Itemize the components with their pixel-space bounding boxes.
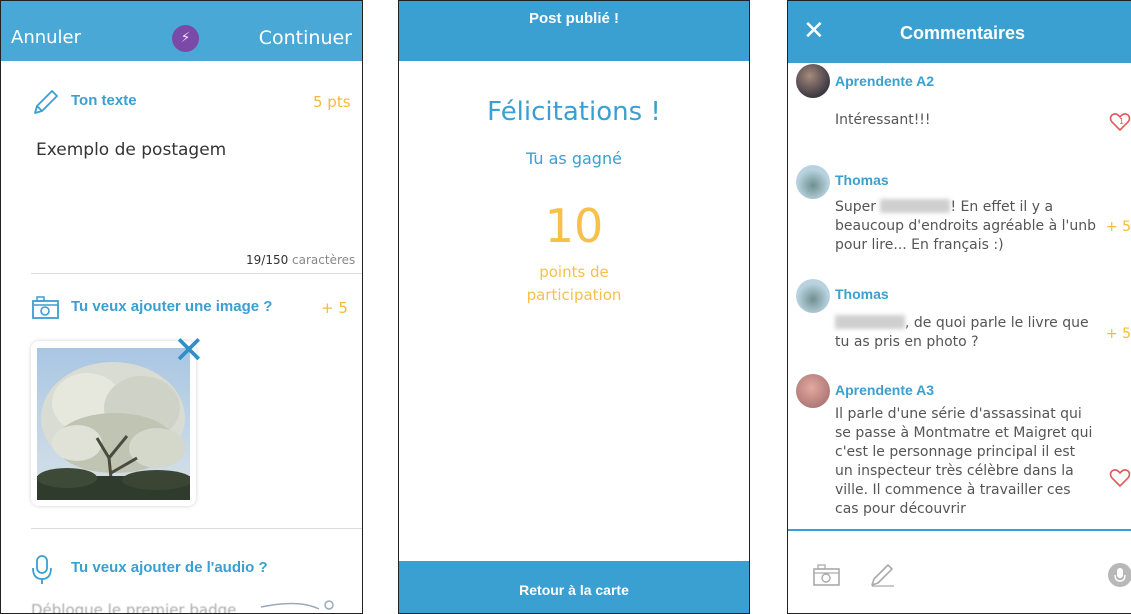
post-text-input[interactable]: Exemplo de postagem [36,140,226,160]
back-to-map-button[interactable]: Retour à la carte [399,561,749,613]
points-label-line2: participation [526,286,622,304]
comments-screen: ✕ Commentaires Aprendente A2 Intéressant… [787,0,1131,614]
avatar [796,279,830,313]
congrats-heading: Félicitations ! [487,97,661,127]
comment-text: Super ! En effet il y a beaucoup d'endro… [835,198,1105,255]
audio-section-title: Tu veux ajouter de l'audio ? [71,559,268,576]
page-title: Commentaires [900,23,1026,43]
post-published-screen: Post publié ! Félicitations ! Tu as gagn… [398,0,750,614]
like-count: 1 [1119,117,1124,126]
char-unit: caractères [292,253,356,267]
microphone-icon[interactable] [1108,563,1131,587]
microphone-glyph [1114,568,1126,582]
image-points: + 5 [321,299,348,317]
page-title: Post publié ! [529,10,619,27]
text-section-title: Ton texte [71,92,137,109]
comment-author: Thomas [835,172,889,188]
points-value: 10 [544,199,604,253]
heart-icon[interactable]: 1 [1109,111,1131,133]
divider [31,273,362,274]
image-section-title: Tu veux ajouter une image ? [71,298,273,315]
lightning-icon[interactable]: ⚡ [172,25,199,52]
tree-photo [37,348,190,500]
text-points: 5 pts [313,93,351,111]
continue-button[interactable]: Continuer [259,27,352,49]
comment-text: Il parle d'une série d'assassinat qui se… [835,406,1093,517]
top-bar: ✕ Commentaires [788,1,1131,63]
comment-points: + 5 [1105,219,1131,235]
heart-icon[interactable] [1109,467,1131,489]
close-icon[interactable]: ✕ [803,18,825,44]
comment-text-start: Super [835,199,881,215]
microphone-icon [32,555,52,584]
input-divider [788,529,1131,531]
divider [31,528,362,529]
comment-points: + 5 [1105,326,1131,342]
pencil-icon [34,90,58,114]
pencil-icon[interactable] [868,561,896,589]
char-count: 19/150 [246,253,289,267]
comment-author: Aprendente A2 [835,73,935,89]
top-bar: Annuler ⚡ Continuer [1,1,362,61]
compose-post-screen: Annuler ⚡ Continuer Ton texte 5 pts Exem… [0,0,363,614]
redacted-name [880,199,951,213]
cancel-button[interactable]: Annuler [11,27,81,48]
tree-photo-graphic [37,348,190,500]
camera-icon[interactable] [812,563,842,587]
camera-icon [32,296,59,319]
comment-text: Intéressant!!! [835,112,931,128]
earned-label: Tu as gagné [526,149,622,168]
badge-hint-icon [260,600,334,610]
char-counter: 19/150 caractères [246,253,355,267]
top-bar: Post publié ! [399,1,749,61]
remove-image-button[interactable]: ✕ [173,331,205,369]
avatar [796,64,830,98]
comment-author: Thomas [835,286,889,302]
avatar [796,165,830,199]
back-to-map-label: Retour à la carte [519,582,629,598]
image-thumbnail-card[interactable] [31,341,196,506]
audio-hint: Débloque le premier badge [31,601,237,614]
redacted-name [835,315,905,329]
avatar [796,374,830,408]
comment-author: Aprendente A3 [835,382,935,398]
points-label-line1: points de [539,263,609,281]
comment-text: , de quoi parle le livre que tu as pris … [835,314,1105,352]
